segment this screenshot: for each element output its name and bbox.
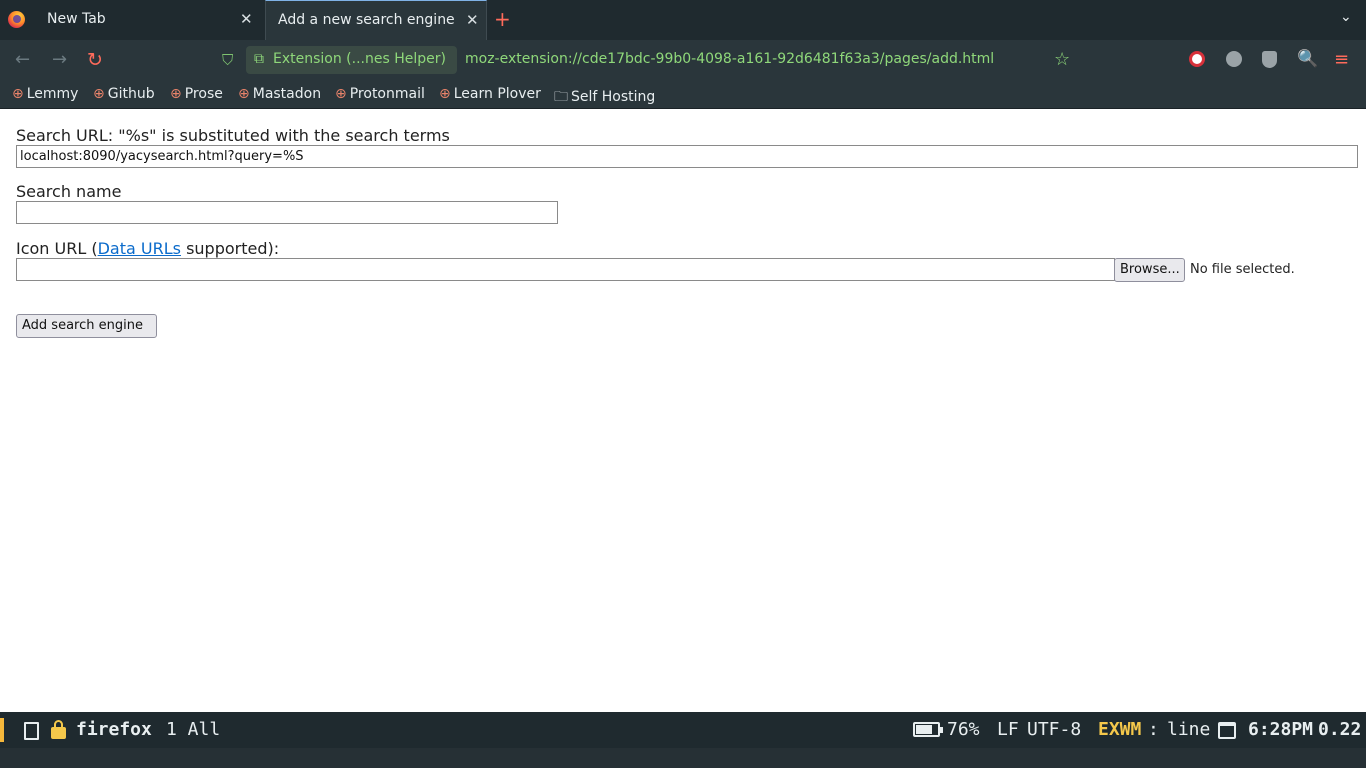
browse-file-button[interactable]: Browse...	[1114, 258, 1185, 282]
globe-icon: ⊕	[335, 86, 347, 102]
bookmark-label: Prose	[184, 86, 223, 102]
globe-icon: ⊕	[12, 86, 24, 102]
back-arrow-icon[interactable]: ←	[15, 50, 30, 70]
bookmark-lemmy[interactable]: ⊕ Lemmy	[12, 86, 78, 102]
globe-icon: ⊕	[439, 86, 451, 102]
bookmark-star-icon[interactable]: ☆	[1054, 49, 1070, 70]
icon-url-input[interactable]	[16, 258, 1115, 281]
bookmark-prose[interactable]: ⊕ Prose	[170, 86, 223, 102]
forward-arrow-icon[interactable]: →	[52, 50, 67, 70]
bookmark-folder-self-hosting[interactable]: 🗀 Self Hosting	[554, 86, 655, 110]
new-tab-plus-icon[interactable]: +	[494, 8, 511, 30]
input-mode: line	[1167, 719, 1211, 740]
workspace-indicator: 1 All	[166, 719, 221, 740]
bookmark-label: Mastadon	[252, 86, 322, 102]
navigation-toolbar: ← → ↻ ⛉ ⧉ Extension (...nes Helper) moz-…	[0, 40, 1366, 80]
extension-red-icon[interactable]	[1189, 51, 1205, 67]
tab-label: Add a new search engine	[278, 12, 455, 28]
battery-icon	[913, 722, 943, 737]
globe-icon: ⊕	[93, 86, 105, 102]
tab-new-tab[interactable]: New Tab ✕	[35, 0, 263, 40]
echo-area	[0, 748, 1366, 768]
file-icon	[24, 722, 39, 740]
search-name-input[interactable]	[16, 201, 558, 224]
tab-label: New Tab	[47, 11, 106, 27]
close-icon[interactable]: ✕	[240, 10, 253, 28]
extension-grey-icon[interactable]	[1226, 51, 1242, 67]
lock-icon	[51, 720, 66, 739]
ublock-shield-icon[interactable]	[1262, 51, 1277, 68]
search-name-label: Search name	[16, 182, 122, 201]
hamburger-menu-icon[interactable]: ≡	[1334, 49, 1349, 70]
bookmark-label: Self Hosting	[571, 89, 656, 105]
bookmark-label: Github	[107, 86, 155, 102]
icon-url-label: Icon URL (Data URLs supported):	[16, 239, 279, 258]
page-content: Search URL: "%s" is substituted with the…	[0, 110, 1366, 712]
bookmark-label: Learn Plover	[453, 86, 541, 102]
major-mode: EXWM	[1098, 719, 1142, 740]
encoding-indicator: UTF-8	[1027, 719, 1082, 740]
battery-percent: 76%	[947, 719, 980, 740]
calendar-icon	[1218, 722, 1236, 739]
mode-line: firefox 1 All 76% LF UTF-8 EXWM : line 6…	[0, 712, 1366, 748]
folder-icon: 🗀	[554, 89, 568, 105]
globe-icon: ⊕	[170, 86, 182, 102]
close-icon[interactable]: ✕	[466, 11, 479, 29]
bookmark-label: Protonmail	[349, 86, 425, 102]
bookmark-mastadon[interactable]: ⊕ Mastadon	[238, 86, 321, 102]
battery-fill	[916, 725, 932, 734]
clock-time: 6:28PM	[1248, 719, 1314, 740]
tracking-protection-shield-icon[interactable]: ⛉	[222, 51, 233, 69]
bookmark-github[interactable]: ⊕ Github	[93, 86, 155, 102]
buffer-name: firefox	[76, 719, 152, 740]
url-bar-text[interactable]: moz-extension://cde17bdc-99b0-4098-a161-…	[465, 51, 994, 67]
bookmarks-toolbar: ⊕ Lemmy ⊕ Github ⊕ Prose ⊕ Mastadon ⊕ Protonm…	[0, 80, 1366, 109]
tab-add-search-engine[interactable]: Add a new search engine ✕	[265, 0, 487, 40]
load-average: 0.22	[1318, 719, 1362, 740]
bookmark-protonmail[interactable]: ⊕ Protonmail	[335, 86, 425, 102]
bookmark-label: Lemmy	[26, 86, 79, 102]
extension-label: Extension (...nes Helper)	[273, 51, 446, 67]
search-url-input[interactable]	[16, 145, 1358, 168]
globe-icon: ⊕	[238, 86, 250, 102]
bookmark-learn-plover[interactable]: ⊕ Learn Plover	[439, 86, 541, 102]
tab-strip: New Tab ✕ Add a new search engine ✕ + ⌄	[0, 0, 1366, 40]
search-extension-icon[interactable]: 🔍	[1297, 49, 1318, 69]
chevron-down-icon[interactable]: ⌄	[1340, 9, 1352, 25]
reload-icon[interactable]: ↻	[87, 50, 103, 70]
mode-separator: :	[1148, 719, 1159, 740]
puzzle-piece-icon: ⧉	[254, 51, 264, 67]
eol-indicator: LF	[997, 719, 1019, 740]
icon-url-label-prefix: Icon URL (	[16, 239, 98, 258]
search-url-label: Search URL: "%s" is substituted with the…	[16, 126, 450, 145]
firefox-logo-icon	[8, 11, 25, 28]
no-file-selected-text: No file selected.	[1190, 262, 1295, 277]
mode-line-indicator-bar	[0, 718, 4, 742]
add-search-engine-button[interactable]: Add search engine	[16, 314, 157, 338]
icon-url-label-suffix: supported):	[180, 239, 280, 258]
data-urls-link[interactable]: Data URLs	[98, 239, 181, 258]
extension-identity-badge[interactable]: ⧉ Extension (...nes Helper)	[246, 46, 457, 74]
